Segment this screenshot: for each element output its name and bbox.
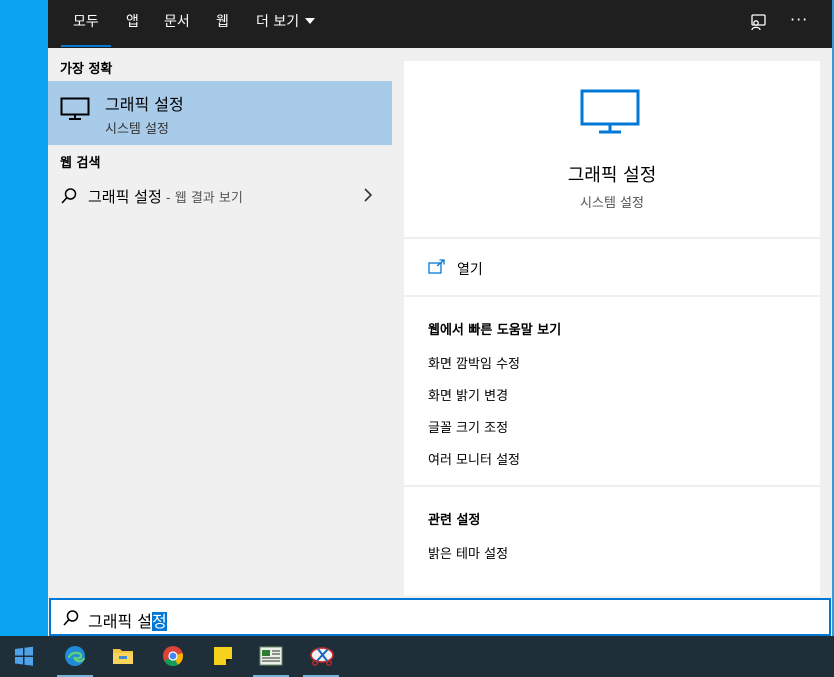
- taskbar: [0, 636, 834, 677]
- search-text: 그래픽 설: [88, 612, 152, 631]
- help-link-font-size[interactable]: 글꼴 크기 조정: [428, 417, 508, 436]
- caret-down-icon: [305, 18, 316, 24]
- chevron-right-icon[interactable]: [363, 188, 373, 202]
- sticky-notes-icon: [214, 647, 232, 665]
- search-filter-bar: 모두 앱 문서 웹 더 보기 ···: [48, 0, 832, 48]
- preview-subtitle: 시스템 설정: [580, 196, 644, 211]
- best-match-subtitle: 시스템 설정: [105, 122, 169, 137]
- results-list: 가장 정확 그래픽 설정 시스템 설정 웹 검색 그래픽 설정 - 웹 결과 보…: [48, 48, 404, 598]
- web-search-result[interactable]: 그래픽 설정 - 웹 결과 보기: [48, 181, 392, 209]
- edge-icon: [65, 646, 86, 666]
- search-box[interactable]: 그래픽 설정: [49, 598, 831, 636]
- tab-apps[interactable]: 앱: [126, 0, 139, 48]
- help-link-multi-monitor[interactable]: 여러 모니터 설정: [428, 449, 520, 468]
- monitor-icon: [60, 97, 90, 120]
- taskbar-file-explorer[interactable]: [99, 636, 147, 677]
- web-search-heading: 웹 검색: [60, 156, 101, 171]
- best-match-title: 그래픽 설정: [105, 95, 184, 114]
- open-icon: [428, 259, 445, 274]
- taskbar-edge[interactable]: [51, 636, 99, 677]
- taskbar-snipping-tool[interactable]: [297, 636, 345, 677]
- related-link-light-theme[interactable]: 밝은 테마 설정: [428, 543, 508, 562]
- web-search-label: 그래픽 설정 - 웹 결과 보기: [88, 186, 243, 207]
- search-text-selection: 정: [151, 612, 167, 631]
- file-explorer-icon: [113, 649, 133, 664]
- related-settings-heading: 관련 설정: [428, 513, 481, 528]
- tab-web[interactable]: 웹: [216, 0, 229, 48]
- chrome-icon: [163, 646, 183, 667]
- windows-start-icon: [15, 646, 33, 666]
- tab-all[interactable]: 모두: [61, 0, 111, 48]
- best-match-heading: 가장 정확: [60, 62, 113, 77]
- search-input[interactable]: 그래픽 설정: [88, 608, 167, 632]
- help-heading: 웹에서 빠른 도움말 보기: [428, 323, 562, 338]
- web-search-query: 그래픽 설정: [88, 188, 162, 206]
- taskbar-sticky-notes[interactable]: [199, 636, 247, 677]
- help-link-flicker[interactable]: 화면 깜박임 수정: [428, 353, 520, 372]
- divider: [404, 485, 820, 487]
- scroll-track: [820, 48, 832, 598]
- tab-more-label: 더 보기: [256, 14, 300, 30]
- taskbar-chrome[interactable]: [149, 636, 197, 677]
- taskbar-news[interactable]: [247, 636, 295, 677]
- search-panel: 모두 앱 문서 웹 더 보기 ··· 가장 정확 그래픽 설정 시스템 설정 웹…: [48, 0, 832, 636]
- divider: [404, 237, 820, 239]
- snipping-tool-icon: [310, 647, 334, 666]
- tab-more[interactable]: 더 보기: [256, 0, 316, 48]
- open-label: 열기: [457, 262, 483, 278]
- search-icon: [61, 188, 77, 204]
- feedback-icon[interactable]: [748, 12, 768, 32]
- divider: [404, 295, 820, 297]
- news-app-icon: [259, 646, 283, 666]
- preview-title: 그래픽 설정: [567, 165, 657, 186]
- best-match-item[interactable]: 그래픽 설정 시스템 설정: [48, 81, 392, 145]
- web-search-suffix: - 웹 결과 보기: [161, 191, 243, 206]
- preview-pane: 그래픽 설정 시스템 설정 열기 웹에서 빠른 도움말 보기 화면 깜박임 수정…: [404, 61, 820, 596]
- monitor-large-icon: [580, 89, 640, 134]
- search-icon: [63, 610, 79, 626]
- tab-documents[interactable]: 문서: [164, 0, 190, 48]
- more-options-icon[interactable]: ···: [790, 10, 810, 30]
- start-button[interactable]: [0, 636, 48, 677]
- help-link-brightness[interactable]: 화면 밝기 변경: [428, 385, 508, 404]
